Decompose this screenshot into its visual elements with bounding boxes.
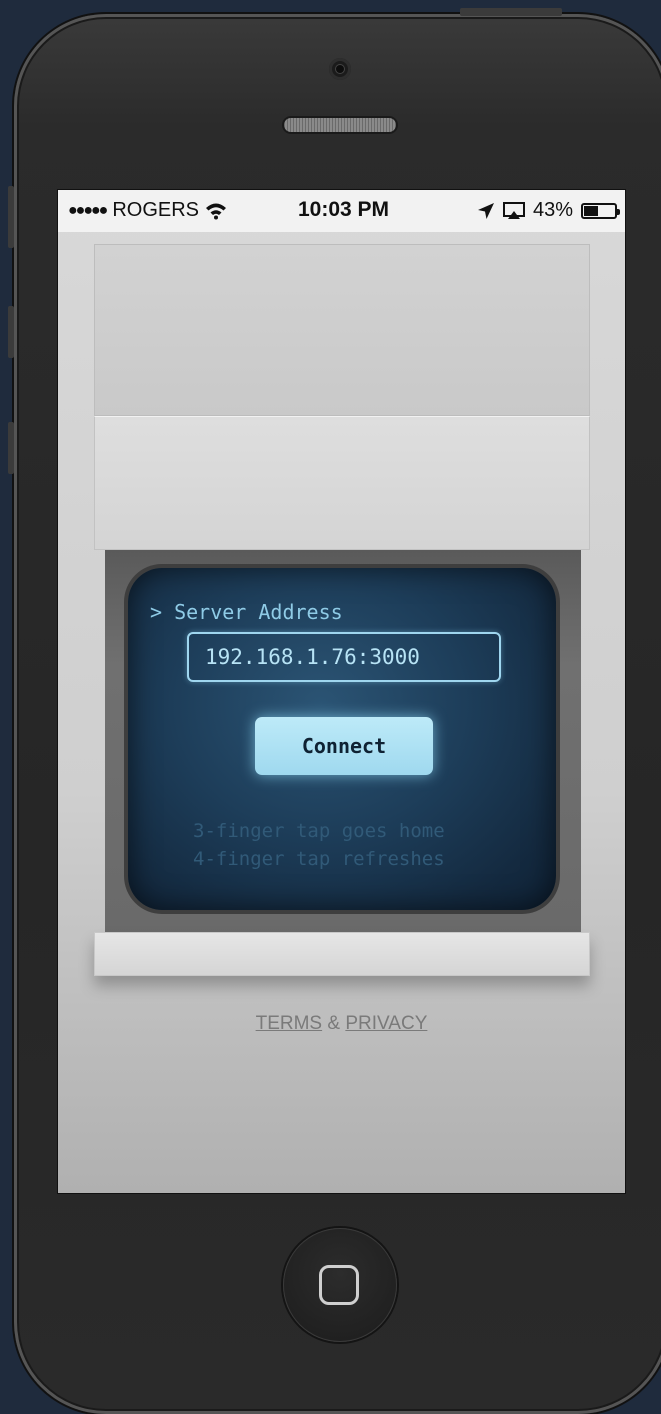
privacy-link[interactable]: PRIVACY xyxy=(345,1013,427,1034)
battery-fill xyxy=(584,205,598,216)
clock: 10:03 PM xyxy=(298,198,390,221)
middle-panel xyxy=(94,416,590,550)
earpiece-speaker xyxy=(284,118,396,132)
top-panel xyxy=(94,244,590,416)
battery-percent: 43% xyxy=(532,199,573,221)
monitor-shelf xyxy=(94,932,590,976)
connect-button[interactable]: Connect xyxy=(255,717,433,775)
status-bar: ●●●●● ROGERS 10:03 PM 43% xyxy=(58,190,625,232)
ampersand: & xyxy=(327,1013,341,1034)
location-arrow-icon xyxy=(477,202,494,219)
signal-strength-icon: ●●●●● xyxy=(68,201,108,219)
server-address-label: > Server Address xyxy=(150,600,343,624)
mute-switch xyxy=(8,186,14,248)
legal-links: TERMS & PRIVACY xyxy=(58,1013,625,1035)
airplay-icon xyxy=(502,201,525,219)
wifi-icon xyxy=(206,203,227,219)
server-address-input[interactable]: 192.168.1.76:3000 xyxy=(187,632,501,682)
carrier-label: ROGERS xyxy=(112,199,200,221)
hint-refresh: 4-finger tap refreshes xyxy=(193,848,445,870)
home-square-icon xyxy=(319,1265,359,1305)
front-camera xyxy=(329,58,351,80)
hint-home: 3-finger tap goes home xyxy=(193,820,445,842)
terms-link[interactable]: TERMS xyxy=(256,1013,323,1034)
volume-up-button xyxy=(8,306,14,358)
screen: ●●●●● ROGERS 10:03 PM 43% > Server Addre… xyxy=(57,189,626,1194)
battery-icon xyxy=(581,202,620,219)
power-button xyxy=(460,8,562,16)
volume-down-button xyxy=(8,422,14,474)
